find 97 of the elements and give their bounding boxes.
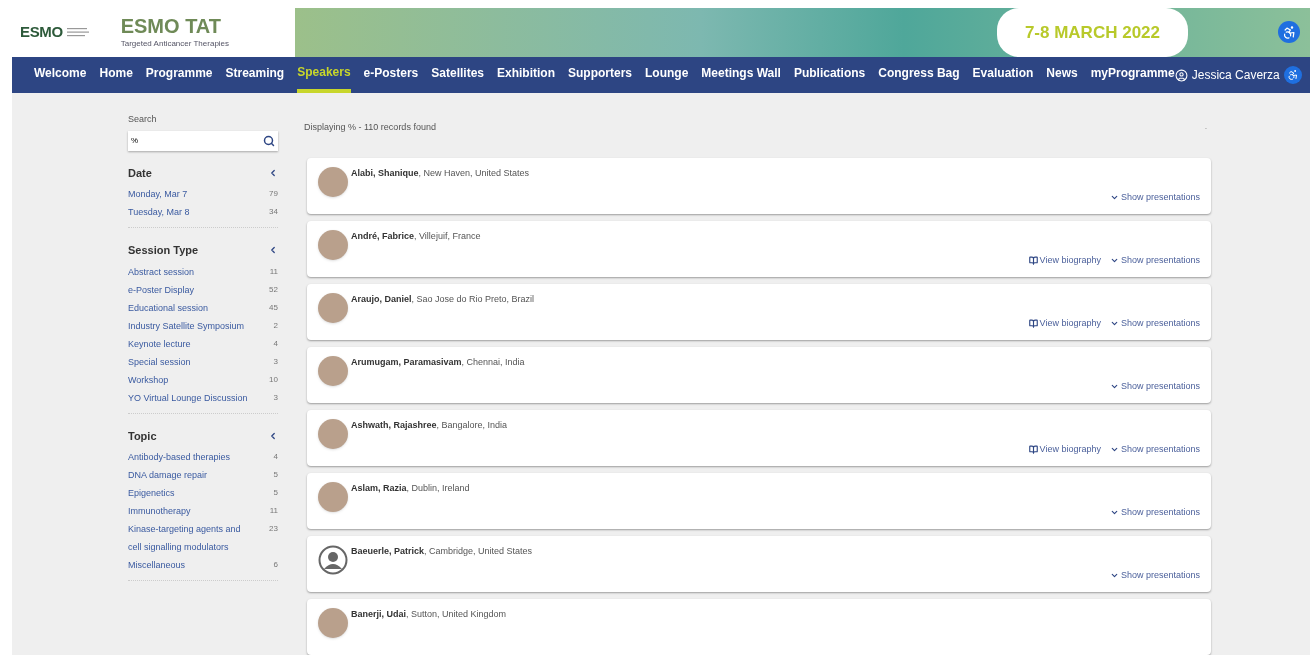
filter-count: 3 bbox=[273, 355, 278, 368]
filter-link[interactable]: Tuesday, Mar 8 bbox=[128, 203, 250, 221]
nav-tab[interactable]: Satellites bbox=[431, 57, 484, 93]
filter-count: 11 bbox=[269, 265, 278, 278]
brand-subtitle: Targeted Anticancer Therapies bbox=[120, 38, 230, 51]
filter-count: 4 bbox=[273, 337, 278, 350]
filter-link[interactable]: DNA damage repair bbox=[128, 466, 250, 484]
speaker-name[interactable]: Ashwath, Rajashree, Bangalore, India bbox=[351, 419, 508, 433]
photo-placeholder bbox=[318, 230, 348, 260]
date-bubble: 7-8 MARCH 2022 bbox=[996, 7, 1188, 58]
filter-link[interactable]: Keynote lecture bbox=[128, 334, 250, 353]
filter-count: 23 bbox=[269, 523, 278, 535]
show-presentations-link[interactable]: Show presentations bbox=[1109, 443, 1200, 457]
nav-tab[interactable]: Exhibition bbox=[497, 57, 555, 93]
photo-placeholder bbox=[318, 167, 348, 197]
filter-count: 34 bbox=[269, 206, 278, 218]
photo-placeholder bbox=[318, 293, 348, 323]
filter-link[interactable]: Industry Satellite Symposium bbox=[128, 316, 250, 335]
filter-link[interactable]: Abstract session bbox=[128, 262, 250, 281]
filter-count: 45 bbox=[269, 301, 278, 314]
accessibility-icon bbox=[1281, 24, 1297, 40]
filter-count: 5 bbox=[273, 487, 278, 499]
filter-count: 3 bbox=[273, 391, 278, 404]
filter-count: 52 bbox=[269, 283, 278, 296]
filter-link[interactable]: Special session bbox=[128, 352, 250, 371]
photo-placeholder bbox=[318, 482, 348, 512]
book-icon bbox=[1028, 319, 1038, 329]
speaker-name[interactable]: André, Fabrice, Villejuif, France bbox=[351, 230, 481, 244]
nav-tab[interactable]: Publications bbox=[793, 57, 866, 93]
logo-text: ESMO bbox=[20, 22, 63, 43]
speaker-name[interactable]: Alabi, Shanique, New Haven, United States bbox=[351, 167, 530, 181]
accessibility-button[interactable] bbox=[1283, 66, 1302, 85]
collapse-chevron-icon[interactable] bbox=[268, 167, 278, 178]
speaker-name[interactable]: Arumugam, Paramasivam, Chennai, India bbox=[351, 356, 525, 370]
filter-link[interactable]: YO Virtual Lounge Discussion bbox=[128, 388, 250, 407]
results-summary: Displaying % - 110 records found bbox=[304, 121, 436, 135]
show-presentations-link[interactable]: Show presentations bbox=[1109, 569, 1200, 583]
filter-link[interactable]: Educational session bbox=[128, 298, 250, 317]
speaker-name[interactable]: Banerji, Udai, Sutton, United Kingdom bbox=[351, 608, 507, 622]
view-biography-link[interactable]: View biography bbox=[1028, 443, 1101, 457]
photo-placeholder bbox=[318, 356, 348, 386]
show-presentations-link[interactable]: Show presentations bbox=[1109, 506, 1200, 520]
show-presentations-link[interactable]: Show presentations bbox=[1109, 380, 1200, 394]
filter-count: 5 bbox=[273, 469, 278, 481]
nav-tab[interactable]: Evaluation bbox=[972, 57, 1034, 93]
filter-link[interactable]: Workshop bbox=[128, 370, 250, 389]
logo-lines-icon bbox=[66, 27, 89, 38]
filter-link[interactable]: Kinase-targeting agents and cell signalling modulators bbox=[128, 520, 250, 556]
filter-link[interactable]: Antibody-based therapies bbox=[128, 448, 250, 466]
search-field[interactable]: % bbox=[128, 130, 278, 151]
nav-tab[interactable]: Meetings Wall bbox=[701, 57, 781, 93]
user-icon bbox=[1174, 68, 1188, 82]
photo-placeholder bbox=[318, 608, 348, 638]
accessibility-icon bbox=[1286, 69, 1299, 82]
user-name[interactable]: Jessica Caverza bbox=[1191, 66, 1280, 85]
filter-link[interactable]: Epigenetics bbox=[128, 484, 250, 502]
filter-group-title: Topic bbox=[128, 428, 157, 444]
filter-count: 10 bbox=[269, 373, 278, 386]
filter-group-title: Session Type bbox=[128, 243, 199, 258]
filter-count: 79 bbox=[269, 188, 278, 200]
nav-tab[interactable]: e-Posters bbox=[363, 57, 419, 93]
filter-count: 11 bbox=[269, 505, 278, 517]
search-icon[interactable] bbox=[263, 134, 275, 147]
nav-tab[interactable]: Congress Bag bbox=[878, 57, 960, 93]
nav-tab[interactable]: Programme bbox=[145, 57, 213, 93]
filter-group-title: Date bbox=[128, 165, 152, 181]
filter-count: 6 bbox=[273, 559, 278, 571]
show-presentations-link[interactable]: Show presentations bbox=[1109, 254, 1200, 268]
show-presentations-link[interactable]: Show presentations bbox=[1109, 317, 1200, 331]
speaker-name[interactable]: Aslam, Razia, Dublin, Ireland bbox=[351, 482, 470, 496]
view-biography-link[interactable]: View biography bbox=[1028, 254, 1101, 268]
nav-tab[interactable]: myProgramme bbox=[1090, 57, 1175, 93]
photo-placeholder bbox=[318, 419, 348, 449]
speaker-name[interactable]: Baeuerle, Patrick, Cambridge, United States bbox=[351, 545, 533, 559]
filter-link[interactable]: Immunotherapy bbox=[128, 502, 250, 520]
speaker-name[interactable]: Araujo, Daniel, Sao Jose do Rio Preto, Brazil bbox=[351, 293, 535, 307]
filter-count: 2 bbox=[273, 319, 278, 332]
view-biography-link[interactable]: View biography bbox=[1028, 317, 1101, 331]
collapse-chevron-icon[interactable] bbox=[268, 245, 278, 256]
filter-link[interactable]: e-Poster Display bbox=[128, 280, 250, 299]
filter-link[interactable]: Miscellaneous bbox=[128, 556, 250, 574]
avatar-silhouette-icon bbox=[318, 545, 348, 575]
collapse-chevron-icon[interactable] bbox=[268, 430, 278, 441]
book-icon bbox=[1028, 256, 1038, 266]
book-icon bbox=[1028, 445, 1038, 455]
nav-tab[interactable]: Lounge bbox=[645, 57, 689, 93]
brand-title: ESMO TAT bbox=[120, 14, 223, 39]
nav-tab[interactable]: Home bbox=[99, 57, 133, 93]
nav-tab[interactable]: Streaming bbox=[225, 57, 285, 93]
filter-count: 4 bbox=[273, 451, 278, 463]
show-presentations-link[interactable]: Show presentations bbox=[1109, 191, 1200, 205]
filter-link[interactable]: Monday, Mar 7 bbox=[128, 185, 250, 203]
search-label: Search bbox=[128, 113, 158, 126]
accessibility-button[interactable] bbox=[1278, 21, 1300, 44]
nav-tab[interactable]: Supporters bbox=[568, 57, 632, 93]
nav-tab[interactable]: Welcome bbox=[34, 57, 87, 93]
nav-tab[interactable]: News bbox=[1046, 57, 1078, 93]
